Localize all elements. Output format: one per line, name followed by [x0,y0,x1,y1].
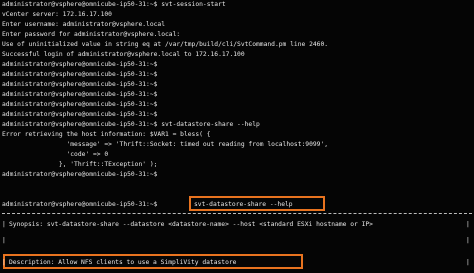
terminal-line: administrator@vsphere@omnicube-ip50-31:~… [2,171,158,178]
terminal-line: Enter password for administrator@vsphere… [2,31,181,38]
terminal-line: administrator@vsphere@omnicube-ip50-31:~… [2,121,260,128]
terminal-line: Error retrieving the host information: $… [2,131,211,138]
description-text: Description: Allow NFS clients to use a … [9,259,237,266]
terminal-line: 'code' => 0 [2,151,109,158]
terminal-window[interactable]: administrator@vsphere@omnicube-ip50-31:~… [0,0,474,273]
terminal-line: Successful login of administrator@vspher… [2,51,245,58]
terminal-line: administrator@vsphere@omnicube-ip50-31:~… [2,61,158,68]
terminal-line: vCenter server: 172.16.17.100 [2,11,112,18]
terminal-line: Enter username: administrator@vsphere.lo… [2,21,166,28]
help-border-pipe: | [466,259,470,266]
help-border-pipe: | [2,259,6,266]
help-border-pipe: | [466,221,470,228]
help-border-pipe: | [2,221,6,228]
terminal-line: administrator@vsphere@omnicube-ip50-31:~… [2,91,158,98]
terminal-line-prompt: administrator@vsphere@omnicube-ip50-31:~… [2,201,158,208]
terminal-line: administrator@vsphere@omnicube-ip50-31:~… [2,81,158,88]
help-border-pipe: | [466,237,470,244]
help-border-pipe: | [2,237,6,244]
highlighted-command: svt-datastore-share --help [194,201,293,208]
terminal-line: Use of uninitialized value in string eq … [2,41,329,48]
help-border-top [2,213,472,214]
synopsis-text: Synopsis: svt-datastore-share --datastor… [9,221,373,228]
terminal-line: administrator@vsphere@omnicube-ip50-31:~… [2,1,226,8]
terminal-line: }, 'Thrift::TException' ); [2,161,158,168]
terminal-line: administrator@vsphere@omnicube-ip50-31:~… [2,101,158,108]
terminal-line: 'message' => 'Thrift::Socket: timed out … [2,141,329,148]
terminal-line: administrator@vsphere@omnicube-ip50-31:~… [2,71,158,78]
terminal-line: administrator@vsphere@omnicube-ip50-31:~… [2,111,158,118]
